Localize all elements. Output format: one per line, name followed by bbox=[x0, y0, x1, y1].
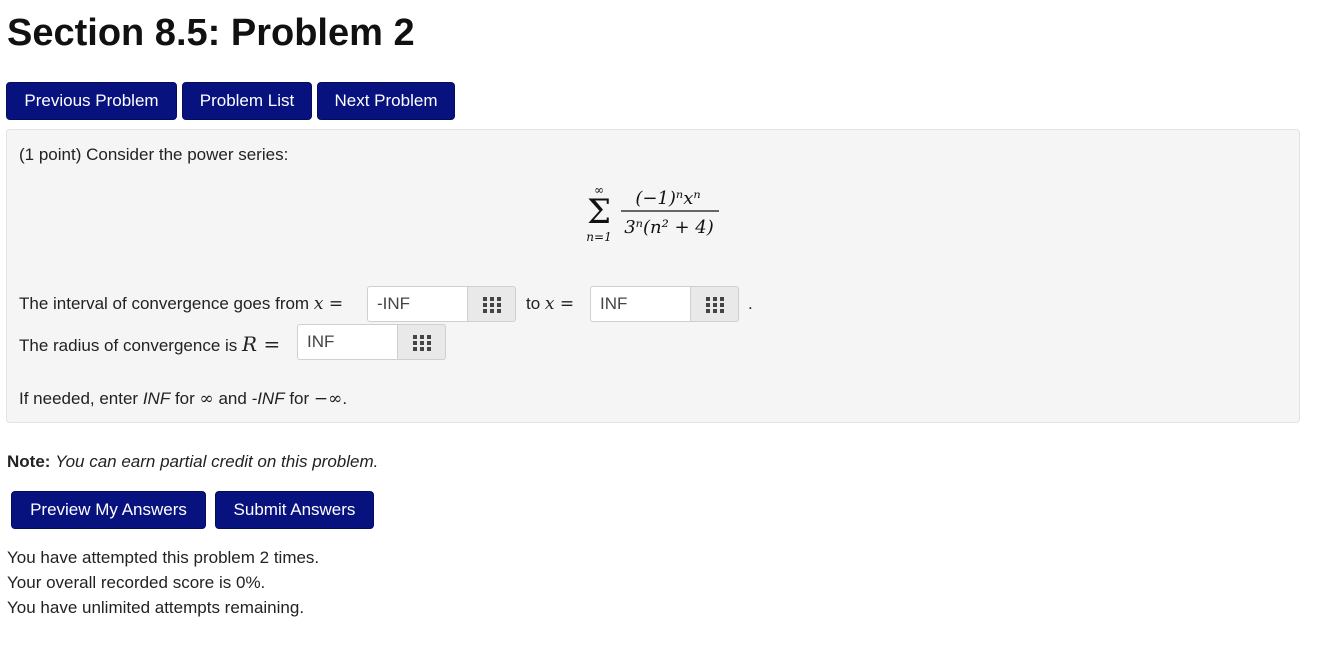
sum-lower-limit: n=1 bbox=[586, 230, 611, 244]
equation-editor-button[interactable] bbox=[398, 324, 446, 360]
next-problem-button[interactable]: Next Problem bbox=[317, 82, 455, 120]
r-equals-math: R = bbox=[242, 332, 281, 356]
hint-pre: If needed, enter bbox=[19, 389, 139, 408]
problem-panel bbox=[6, 129, 1300, 423]
power-series-formula: ∞ Σ n=1 (−1)ⁿxⁿ 3ⁿ(n² + 4) bbox=[586, 183, 719, 244]
series-denominator: 3ⁿ(n² + 4) bbox=[624, 217, 714, 238]
interval-label: The interval of convergence goes from x … bbox=[19, 294, 343, 314]
interval-mid: to bbox=[526, 294, 541, 313]
x-equals-math-2: x = bbox=[544, 294, 575, 314]
grid-icon bbox=[483, 297, 501, 313]
hint-for1: for bbox=[174, 389, 195, 408]
grid-icon bbox=[706, 297, 724, 313]
interval-to-input[interactable] bbox=[590, 286, 691, 322]
hint-infinity: ∞ bbox=[199, 389, 214, 409]
note-text: You can earn partial credit on this prob… bbox=[55, 452, 379, 471]
hint-inf: INF bbox=[142, 389, 171, 408]
hint-neg-infinity: −∞ bbox=[313, 389, 343, 409]
problem-intro: (1 point) Consider the power series: bbox=[19, 145, 289, 164]
hint-neginf: -INF bbox=[251, 389, 285, 408]
grid-icon bbox=[413, 335, 431, 351]
note-label: Note: bbox=[7, 452, 51, 471]
radius-prefix: The radius of convergence is bbox=[19, 336, 238, 355]
hint-for2: for bbox=[289, 389, 310, 408]
radius-input[interactable] bbox=[297, 324, 398, 360]
interval-end-period: . bbox=[748, 294, 753, 313]
hint-and: and bbox=[218, 389, 247, 408]
submit-answers-button[interactable]: Submit Answers bbox=[215, 491, 374, 529]
interval-to-label: to x = bbox=[526, 294, 574, 314]
interval-from-input[interactable] bbox=[367, 286, 468, 322]
radius-label: The radius of convergence is R = bbox=[19, 332, 280, 356]
interval-prefix: The interval of convergence goes from bbox=[19, 294, 310, 313]
problem-list-button[interactable]: Problem List bbox=[182, 82, 312, 120]
hint-text: If needed, enter INF for ∞ and -INF for … bbox=[19, 389, 348, 409]
remaining-status: You have unlimited attempts remaining. bbox=[7, 598, 305, 617]
partial-credit-note: Note: You can earn partial credit on thi… bbox=[7, 452, 378, 472]
equation-editor-button[interactable] bbox=[468, 286, 516, 322]
preview-answers-button[interactable]: Preview My Answers bbox=[11, 491, 206, 529]
attempts-status: You have attempted this problem 2 times. bbox=[7, 548, 320, 567]
previous-problem-button[interactable]: Previous Problem bbox=[6, 82, 177, 120]
page-title: Section 8.5: Problem 2 bbox=[7, 12, 415, 54]
score-status: Your overall recorded score is 0%. bbox=[7, 573, 266, 592]
series-numerator: (−1)ⁿxⁿ bbox=[635, 188, 700, 209]
equation-editor-button[interactable] bbox=[691, 286, 739, 322]
x-equals-math: x = bbox=[313, 294, 344, 314]
sum-symbol: Σ bbox=[587, 192, 611, 232]
